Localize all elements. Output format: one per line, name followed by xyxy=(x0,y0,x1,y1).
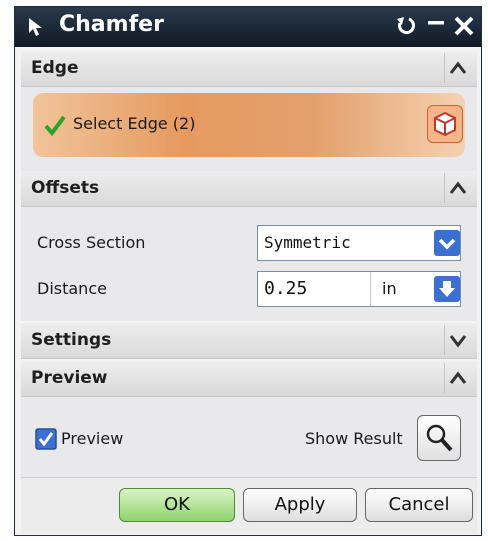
field-divider xyxy=(370,272,371,306)
section-title-offsets: Offsets xyxy=(31,178,100,198)
checkmark-icon xyxy=(44,115,66,137)
chevron-up-icon[interactable] xyxy=(444,173,471,203)
cross-section-value: Symmetric xyxy=(264,233,351,252)
section-body-offsets: Cross Section Symmetric Distance 0.25 in xyxy=(21,207,477,321)
chevron-up-icon[interactable] xyxy=(444,53,471,83)
title-bar: Chamfer xyxy=(15,7,481,47)
cross-section-select[interactable]: Symmetric xyxy=(257,225,461,261)
distance-unit[interactable]: in xyxy=(382,279,397,298)
section-header-settings[interactable]: Settings xyxy=(21,323,477,359)
edge-select-button[interactable] xyxy=(427,105,463,143)
section-title-preview: Preview xyxy=(31,368,108,388)
select-edge-label: Select Edge (2) xyxy=(73,114,196,133)
dialog-footer: OK Apply Cancel xyxy=(21,477,477,534)
cross-section-label: Cross Section xyxy=(37,233,146,252)
distance-label: Distance xyxy=(37,279,107,298)
chamfer-dialog: Chamfer Edge Select Edge (2) Offsets Cro… xyxy=(14,6,482,536)
show-result-button[interactable] xyxy=(417,415,461,461)
reset-icon[interactable] xyxy=(393,13,419,39)
apply-button[interactable]: Apply xyxy=(243,488,357,522)
cube-icon xyxy=(434,111,456,137)
section-body-preview: Preview Show Result xyxy=(21,397,477,477)
section-header-edge[interactable]: Edge xyxy=(21,51,477,87)
dialog-title: Chamfer xyxy=(59,12,164,37)
cancel-button[interactable]: Cancel xyxy=(365,488,473,522)
section-header-preview[interactable]: Preview xyxy=(21,361,477,397)
preview-checkbox-label: Preview xyxy=(61,429,124,448)
chevron-down-icon[interactable] xyxy=(444,325,471,355)
minimize-icon[interactable] xyxy=(423,13,449,39)
section-header-offsets[interactable]: Offsets xyxy=(21,171,477,207)
chevron-up-icon[interactable] xyxy=(444,363,471,393)
select-edge-bar[interactable]: Select Edge (2) xyxy=(33,93,465,157)
section-title-settings: Settings xyxy=(31,330,112,350)
section-title-edge: Edge xyxy=(31,58,79,78)
show-result-label: Show Result xyxy=(305,429,403,448)
close-icon[interactable] xyxy=(451,13,477,39)
magnifier-icon xyxy=(426,424,453,452)
arrow-down-icon[interactable] xyxy=(434,276,460,302)
preview-checkbox[interactable] xyxy=(35,428,57,450)
distance-field[interactable]: 0.25 in xyxy=(257,271,461,307)
ok-button[interactable]: OK xyxy=(119,488,235,522)
select-arrow-icon xyxy=(29,18,42,36)
chevron-down-icon[interactable] xyxy=(434,230,460,256)
distance-value-input[interactable]: 0.25 xyxy=(264,278,307,299)
